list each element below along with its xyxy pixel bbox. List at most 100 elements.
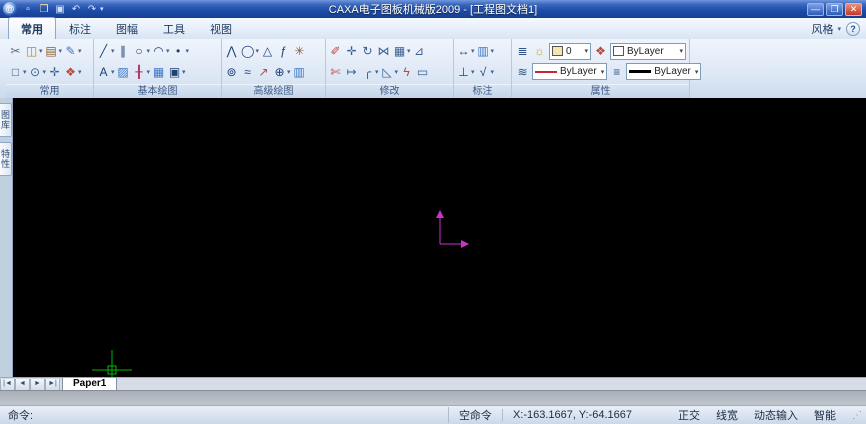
array-button[interactable]: ▦▾ [392,42,412,60]
cursor-coordinates: X:-163.1667, Y:-64.1667 [502,409,642,421]
wave-line-button-icon: ≈ [241,64,254,80]
hole-axis-button[interactable]: ⊚ [224,63,240,81]
color-select[interactable]: ByLayer ▾ [610,43,686,60]
style-dropdown[interactable]: 风格 ▾ [811,21,841,37]
paste-button[interactable]: ▤▾ [44,42,64,60]
help-icon[interactable]: ? [846,22,860,36]
drawing-canvas[interactable] [13,98,866,377]
grid-button[interactable]: ▥ [292,63,308,81]
tab-common[interactable]: 常用 [8,17,56,39]
maximize-button[interactable]: ❐ [826,3,843,16]
lineweight-select[interactable]: ByLayer ▾ [626,63,701,80]
color-palette-button[interactable]: ❖ [593,42,608,60]
redo-icon[interactable]: ↷ [85,2,99,16]
scale-button[interactable]: ⊿ [412,42,428,60]
linetype-panel-button[interactable]: ≋ [515,63,530,81]
zoom-button[interactable]: ⊙▾ [28,63,48,81]
detail-view-button[interactable]: ⊕▾ [272,63,292,81]
wave-line-button[interactable]: ≈ [240,63,256,81]
dim-style-button[interactable]: ▥▾ [476,42,496,60]
block-button-icon: ▣ [168,64,181,80]
select-button[interactable]: □▾ [8,63,28,81]
layer-visibility-button[interactable]: ☼ [532,42,547,60]
group-label-common: 常用 [6,84,93,98]
erase-button[interactable]: ✐ [328,42,344,60]
command-prompt-label[interactable]: 命令: [4,407,37,423]
group-label-properties: 属性 [512,84,689,98]
stretch-button[interactable]: ▭ [415,63,431,81]
quick-access-more-icon[interactable]: ▾ [100,5,104,13]
ribbon-group-basic-draw: ╱▾ ∥ ○▾ ◠▾ •▾ A▾ ▨ ╂▾ ▦ ▣▾ 基本绘图 [94,39,222,98]
tab-sheet[interactable]: 图幅 [104,18,150,39]
cut-button[interactable]: ✂ [8,42,24,60]
tab-view[interactable]: 视图 [198,18,244,39]
rotate-button[interactable]: ↻ [360,42,376,60]
break-button[interactable]: ϟ [399,63,415,81]
first-sheet-button[interactable]: |◄ [0,379,15,391]
linetype-select[interactable]: ByLayer ▾ [532,63,607,80]
layer-select[interactable]: 0 ▾ [549,43,591,60]
cut-button-icon: ✂ [9,43,22,59]
roughness-button[interactable]: √▾ [476,63,496,81]
save-icon[interactable]: ▣ [53,2,67,16]
polygon-button[interactable]: △ [260,42,276,60]
line-button[interactable]: ╱▾ [96,42,116,60]
dimension-button[interactable]: ↔▾ [456,42,476,60]
parallel-line-button[interactable]: ∥ [116,42,132,60]
pan-button[interactable]: ✛ [47,63,63,81]
layer-panel-button[interactable]: ≣ [515,42,530,60]
dropdown-arrow-icon: ▾ [23,68,27,76]
datum-button[interactable]: ⊥▾ [456,63,476,81]
linetype-preview [535,71,557,73]
layers-icon: ≣ [516,43,529,59]
chamfer-button[interactable]: ◺▾ [380,63,400,81]
block-button[interactable]: ▣▾ [167,63,187,81]
next-sheet-button[interactable]: ► [30,379,45,391]
arc-button-icon: ◠ [152,43,165,59]
palette-button[interactable]: ❖▾ [63,63,83,81]
format-brush-button[interactable]: ✎▾ [63,42,83,60]
new-document-icon[interactable]: ▫ [21,2,35,16]
mirror-button[interactable]: ⋈ [376,42,392,60]
dropdown-arrow-icon: ▾ [407,47,411,55]
arrow-draw-button[interactable]: ↗ [256,63,272,81]
open-folder-icon[interactable]: ❒ [37,2,51,16]
close-button[interactable]: ✕ [845,3,862,16]
fillet-button[interactable]: ╭▾ [360,63,380,81]
circle-button[interactable]: ○▾ [132,42,152,60]
last-sheet-button[interactable]: ►| [45,379,60,391]
hatch-button[interactable]: ▨ [116,63,132,81]
undo-icon[interactable]: ↶ [69,2,83,16]
trim-button[interactable]: ✄ [328,63,344,81]
tab-tools[interactable]: 工具 [151,18,197,39]
point-button[interactable]: •▾ [171,42,191,60]
move-button-icon: ✛ [345,43,358,59]
panel-tab-properties[interactable]: 特性 [0,142,12,176]
lineweight-panel-button[interactable]: ≡ [609,63,624,81]
detail-view-button-icon: ⊕ [273,64,286,80]
centerline-button[interactable]: ╂▾ [132,63,152,81]
table-button[interactable]: ▦ [151,63,167,81]
arc-button[interactable]: ◠▾ [151,42,171,60]
toggle-smart[interactable]: 智能 [806,407,844,423]
toggle-linewidth[interactable]: 线宽 [708,407,746,423]
dropdown-arrow-icon: ▾ [111,47,115,55]
app-logo-icon: @ [3,2,17,16]
tab-dimension[interactable]: 标注 [57,18,103,39]
copy-button[interactable]: ◫▾ [24,42,44,60]
gear-button[interactable]: ✳ [292,42,308,60]
extend-button[interactable]: ↦ [344,63,360,81]
formula-curve-button[interactable]: ƒ [276,42,292,60]
panel-tab-library[interactable]: 图库 [0,103,12,137]
move-button[interactable]: ✛ [344,42,360,60]
polyline-button[interactable]: ⋀ [224,42,240,60]
toggle-dynamic-input[interactable]: 动态输入 [746,407,806,423]
prev-sheet-button[interactable]: ◄ [15,379,30,391]
datum-button-icon: ⊥ [457,64,470,80]
command-history-area[interactable] [0,390,866,406]
minimize-button[interactable]: — [807,3,824,16]
text-button[interactable]: A▾ [96,63,116,81]
ellipse-button[interactable]: ◯▾ [240,42,260,60]
resize-grip-icon[interactable]: ⋰ [852,410,862,421]
toggle-ortho[interactable]: 正交 [670,407,708,423]
